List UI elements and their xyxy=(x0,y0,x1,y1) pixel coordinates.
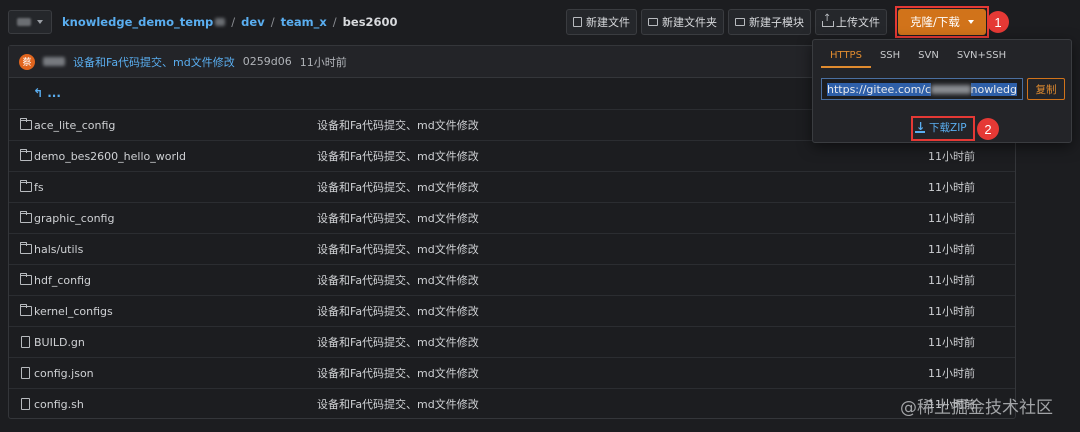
file-name[interactable]: fs xyxy=(34,181,44,194)
clone-url-input[interactable]: https://gitee.com/c nowledg xyxy=(821,78,1023,100)
folder-icon xyxy=(20,304,32,316)
new-submodule-button[interactable]: 新建子模块 xyxy=(728,9,811,35)
table-row[interactable]: kernel_configs 设备和Fa代码提交、md文件修改 11小时前 xyxy=(9,295,1015,326)
file-icon xyxy=(21,367,30,379)
file-name[interactable]: hals/utils xyxy=(34,243,83,256)
watermark: @稀土掘金技术社区 xyxy=(900,398,1053,418)
chevron-down-icon xyxy=(37,20,43,24)
folder-icon xyxy=(648,18,658,26)
table-row[interactable]: BUILD.gn 设备和Fa代码提交、md文件修改 11小时前 xyxy=(9,326,1015,357)
file-name[interactable]: kernel_configs xyxy=(34,305,113,318)
file-commit-message[interactable]: 设备和Fa代码提交、md文件修改 xyxy=(317,148,479,164)
breadcrumb-current: bes2600 xyxy=(342,15,398,29)
file-commit-message[interactable]: 设备和Fa代码提交、md文件修改 xyxy=(317,303,479,319)
file-rows: ace_lite_config设备和Fa代码提交、md文件修改11小时前demo… xyxy=(9,109,1015,419)
file-name[interactable]: graphic_config xyxy=(34,212,114,225)
file-commit-time: 11小时前 xyxy=(928,243,975,256)
breadcrumb-team[interactable]: team_x xyxy=(281,15,327,29)
commit-hash[interactable]: 0259d06 xyxy=(243,55,292,68)
file-commit-time: 11小时前 xyxy=(928,274,975,287)
commit-message[interactable]: 设备和Fa代码提交、md文件修改 xyxy=(73,54,235,70)
file-toolbar: 新建文件 新建文件夹 新建子模块 上传文件 xyxy=(566,9,887,35)
file-commit-message[interactable]: 设备和Fa代码提交、md文件修改 xyxy=(317,210,479,226)
file-commit-time: 11小时前 xyxy=(928,305,975,318)
file-name[interactable]: BUILD.gn xyxy=(34,336,85,349)
table-row[interactable]: fs 设备和Fa代码提交、md文件修改 11小时前 xyxy=(9,171,1015,202)
new-folder-button[interactable]: 新建文件夹 xyxy=(641,9,724,35)
url-blurred xyxy=(931,84,971,94)
file-name[interactable]: config.json xyxy=(34,367,94,380)
breadcrumb-repo[interactable]: knowledge_demo_temp xyxy=(62,15,213,29)
table-row[interactable]: config.sh 设备和Fa代码提交、md文件修改 11小时前 xyxy=(9,388,1015,419)
author-name-blurred xyxy=(43,57,65,66)
highlight-box-zip xyxy=(911,116,975,141)
commit-time: 11小时前 xyxy=(299,55,347,69)
upload-icon xyxy=(822,13,834,27)
file-commit-time: 11小时前 xyxy=(928,212,975,225)
file-commit-time: 11小时前 xyxy=(928,150,975,163)
file-commit-time: 11小时前 xyxy=(928,367,975,380)
upload-file-button[interactable]: 上传文件 xyxy=(815,9,887,35)
file-commit-message[interactable]: 设备和Fa代码提交、md文件修改 xyxy=(317,396,479,412)
submodule-icon xyxy=(735,18,745,26)
parent-directory-link[interactable]: ↰ ... xyxy=(33,86,61,100)
tab-svn[interactable]: SVN xyxy=(909,50,948,68)
folder-icon xyxy=(20,242,32,254)
file-icon xyxy=(573,17,582,27)
avatar[interactable]: 蔡 xyxy=(19,53,35,70)
step-badge-1: 1 xyxy=(987,11,1009,33)
table-row[interactable]: hdf_config 设备和Fa代码提交、md文件修改 11小时前 xyxy=(9,264,1015,295)
file-commit-time: 11小时前 xyxy=(928,181,975,194)
file-name[interactable]: demo_bes2600_hello_world xyxy=(34,150,186,163)
highlight-box-clone xyxy=(895,6,989,38)
back-arrow-icon: ↰ xyxy=(33,86,44,100)
folder-icon xyxy=(20,211,32,223)
tab-svn-ssh[interactable]: SVN+SSH xyxy=(948,50,1015,68)
tab-ssh[interactable]: SSH xyxy=(871,50,909,68)
tab-https[interactable]: HTTPS xyxy=(821,50,871,68)
file-commit-message[interactable]: 设备和Fa代码提交、md文件修改 xyxy=(317,272,479,288)
file-name[interactable]: config.sh xyxy=(34,398,84,411)
branch-name-blurred xyxy=(17,18,31,26)
protocol-tabs: HTTPS SSH SVN SVN+SSH xyxy=(821,50,1015,68)
file-commit-message[interactable]: 设备和Fa代码提交、md文件修改 xyxy=(317,179,479,195)
breadcrumb-dev[interactable]: dev xyxy=(241,15,265,29)
file-commit-message[interactable]: 设备和Fa代码提交、md文件修改 xyxy=(317,334,479,350)
new-file-button[interactable]: 新建文件 xyxy=(566,9,637,35)
breadcrumb-repo-blurred xyxy=(215,18,226,26)
table-row[interactable]: graphic_config 设备和Fa代码提交、md文件修改 11小时前 xyxy=(9,202,1015,233)
folder-icon xyxy=(20,273,32,285)
file-commit-message[interactable]: 设备和Fa代码提交、md文件修改 xyxy=(317,117,479,133)
table-row[interactable]: config.json 设备和Fa代码提交、md文件修改 11小时前 xyxy=(9,357,1015,388)
file-icon xyxy=(21,336,30,348)
branch-select[interactable] xyxy=(8,10,52,34)
file-icon xyxy=(21,398,30,410)
folder-icon xyxy=(20,149,32,161)
file-name[interactable]: ace_lite_config xyxy=(34,119,115,132)
file-commit-time: 11小时前 xyxy=(928,336,975,349)
breadcrumb: knowledge_demo_temp / dev / team_x / bes… xyxy=(62,15,398,29)
step-badge-2: 2 xyxy=(977,118,999,140)
file-name[interactable]: hdf_config xyxy=(34,274,91,287)
folder-icon xyxy=(20,180,32,192)
file-commit-message[interactable]: 设备和Fa代码提交、md文件修改 xyxy=(317,241,479,257)
copy-button[interactable]: 复制 xyxy=(1027,78,1065,100)
table-row[interactable]: hals/utils 设备和Fa代码提交、md文件修改 11小时前 xyxy=(9,233,1015,264)
file-commit-message[interactable]: 设备和Fa代码提交、md文件修改 xyxy=(317,365,479,381)
folder-icon xyxy=(20,118,32,130)
table-row[interactable]: demo_bes2600_hello_world 设备和Fa代码提交、md文件修改… xyxy=(9,140,1015,171)
